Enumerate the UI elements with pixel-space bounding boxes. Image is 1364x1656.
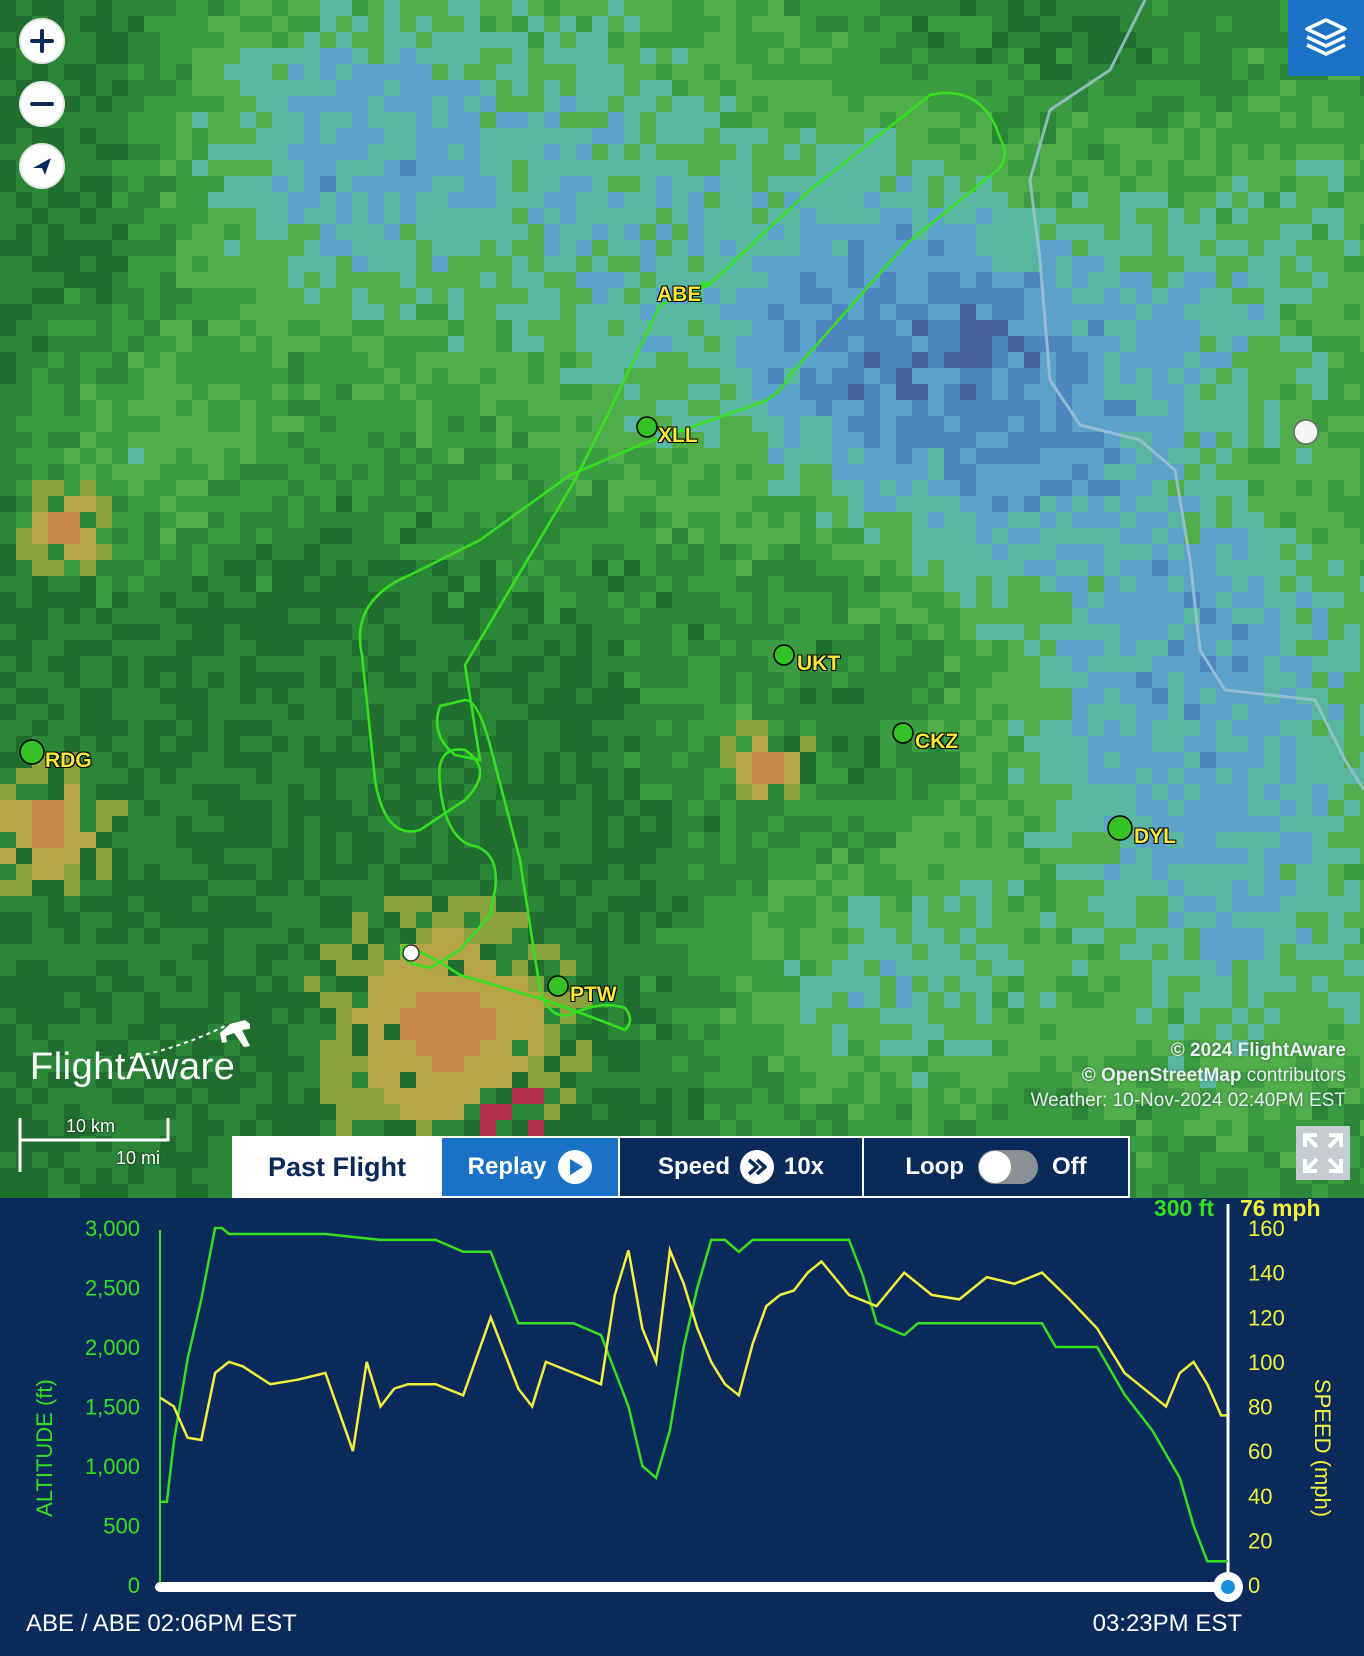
speed-tick-label: 20 <box>1248 1528 1272 1553</box>
speed-series-line <box>159 1245 1228 1452</box>
osm-link[interactable]: © OpenStreetMap <box>1082 1065 1242 1086</box>
past-flight-tab[interactable]: Past Flight <box>232 1136 442 1198</box>
airport-label-rdg: RDG <box>45 749 92 772</box>
airport-label-ptw: PTW <box>570 983 617 1006</box>
flight-track <box>358 91 1007 1032</box>
loop-state: Off <box>1051 1153 1087 1180</box>
airport-label-ukt: UKT <box>797 652 841 675</box>
scale-mi-label: 10 mi <box>116 1148 161 1168</box>
play-icon <box>558 1150 593 1184</box>
altitude-axis-title: ALTITUDE (ft) <box>32 1379 57 1517</box>
airport-marker-rdg <box>19 739 45 765</box>
scale-km-label: 10 km <box>66 1116 116 1136</box>
airport-label-ckz: CKZ <box>915 730 959 753</box>
compass-arrow-icon <box>33 158 51 175</box>
map-scale: 10 km 10 mi <box>18 1116 232 1174</box>
origin-marker <box>402 944 420 962</box>
altitude-tick-label: 0 <box>128 1573 140 1598</box>
flightaware-wordmark: FlightAware <box>30 1046 236 1088</box>
reset-north-button[interactable] <box>19 143 65 189</box>
expand-icon <box>1303 1133 1343 1173</box>
fullscreen-button[interactable] <box>1296 1126 1350 1180</box>
layers-button[interactable] <box>1288 0 1364 76</box>
minus-icon <box>30 102 54 106</box>
unknown-marker <box>1293 419 1319 445</box>
altitude-speed-chart: 3,0002,5002,0001,5001,000500016014012010… <box>32 1198 1335 1602</box>
replay-label: Replay <box>467 1153 547 1180</box>
loop-control[interactable]: Loop Off <box>864 1136 1130 1198</box>
weather-timestamp: Weather: 10-Nov-2024 02:40PM EST <box>1030 1090 1346 1111</box>
speed-control[interactable]: Speed 10x <box>620 1136 864 1198</box>
loop-label: Loop <box>905 1153 964 1180</box>
replay-toolbar: Past Flight Replay Speed 10x Loop Off <box>232 1136 1130 1198</box>
airport-marker-xll <box>636 416 658 438</box>
speed-tick-label: 0 <box>1248 1573 1260 1598</box>
attribution-osm[interactable]: © OpenStreetMap contributors <box>1082 1065 1346 1087</box>
airport-label-xll: XLL <box>658 424 698 447</box>
speed-value: 10x <box>783 1153 825 1180</box>
airport-label-abe: ABE <box>657 283 702 306</box>
speed-tick-label: 80 <box>1248 1395 1272 1420</box>
altitude-tick-label: 2,500 <box>85 1276 140 1301</box>
fast-forward-icon[interactable] <box>739 1150 774 1184</box>
airport-marker-ptw <box>547 975 569 997</box>
zoom-out-button[interactable] <box>19 81 65 127</box>
altitude-tick-label: 2,000 <box>85 1335 140 1360</box>
altitude-tick-label: 3,000 <box>85 1216 140 1241</box>
airport-marker-dyl <box>1107 815 1133 841</box>
speed-tick-label: 100 <box>1248 1350 1285 1375</box>
current-altitude: 300 ft <box>1154 1198 1214 1221</box>
osm-contributors-text: contributors <box>1241 1065 1346 1086</box>
speed-tick-label: 120 <box>1248 1305 1285 1330</box>
layers-icon <box>1305 18 1347 56</box>
speed-tick-label: 140 <box>1248 1261 1285 1286</box>
altitude-tick-label: 1,000 <box>85 1454 140 1479</box>
route-departure: ABE / ABE 02:06PM EST <box>26 1610 297 1637</box>
replay-button[interactable]: Replay <box>442 1136 620 1198</box>
flight-map[interactable]: ABE XLL UKT CKZ RDG DYL PTW FlightAware … <box>0 0 1364 1198</box>
timeline-scrubber-dot <box>1221 1580 1235 1594</box>
attribution-flightaware: © 2024 FlightAware <box>1170 1040 1346 1061</box>
speed-axis-title: SPEED (mph) <box>1310 1379 1335 1517</box>
route-end-time: 03:23PM EST <box>1092 1610 1242 1637</box>
loop-toggle[interactable] <box>977 1150 1038 1184</box>
flightaware-logo: FlightAware <box>30 1018 255 1088</box>
toggle-knob <box>978 1151 1011 1183</box>
speed-tick-label: 40 <box>1248 1484 1272 1509</box>
plus-icon <box>30 29 54 53</box>
speed-tick-label: 60 <box>1248 1439 1272 1464</box>
altitude-series-line <box>160 1226 1228 1563</box>
altitude-tick-label: 500 <box>103 1514 140 1539</box>
airport-label-dyl: DYL <box>1134 825 1176 848</box>
state-border-line <box>1028 0 1364 791</box>
altitude-tick-label: 1,500 <box>85 1395 140 1420</box>
current-speed: 76 mph <box>1240 1198 1321 1221</box>
zoom-in-button[interactable] <box>19 18 65 64</box>
speed-label: Speed <box>657 1153 730 1180</box>
altitude-speed-panel: 3,000 2,500 2,000 1,500 1,000 500 0 160 140 120 10… <box>0 1198 1364 1656</box>
airport-marker-ukt <box>773 644 795 666</box>
airport-marker-ckz <box>892 722 914 744</box>
